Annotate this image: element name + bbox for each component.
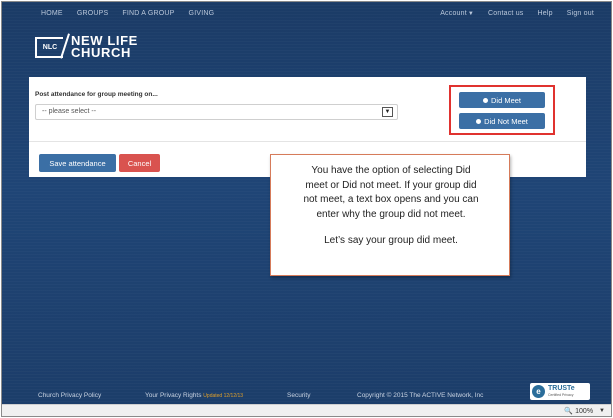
truste-sub-label: Certified Privacy [548,392,574,397]
meeting-date-select-value: -- please select -- [42,108,97,115]
account-menu[interactable]: Account▼ [433,10,481,17]
privacy-rights-link[interactable]: Your Privacy Rights Updated 12/12/13 [145,392,243,399]
account-label: Account [440,9,467,17]
chevron-down-icon[interactable]: ▼ [599,408,605,414]
did-not-meet-label: Did Not Meet [484,116,528,126]
truste-label: TRUSTe [548,384,575,392]
truste-badge[interactable]: e TRUSTe Certified Privacy [530,383,590,400]
page-footer: Church Privacy Policy Your Privacy Right… [2,387,611,403]
copyright-text: Copyright © 2015 The ACTIVE Network, Inc [357,391,484,399]
nav-find-a-group[interactable]: FIND A GROUP [115,10,181,17]
cancel-button[interactable]: Cancel [119,154,160,172]
did-meet-button[interactable]: Did Meet [459,92,545,108]
radio-dot-icon [476,118,482,124]
privacy-updated-note: Updated 12/12/13 [203,392,244,399]
save-attendance-button[interactable]: Save attendance [39,154,116,172]
secondary-nav: Account▼ Contact us Help Sign out [433,10,601,17]
nav-contact-us[interactable]: Contact us [481,10,530,17]
security-link[interactable]: Security [287,392,310,399]
meeting-status-highlight: Did Meet Did Not Meet [449,85,555,135]
nav-home[interactable]: HOME [34,10,70,17]
nav-groups[interactable]: GROUPS [70,10,116,17]
church-logo[interactable]: NLC NEW LIFE CHURCH [35,33,138,60]
nav-sign-out[interactable]: Sign out [560,10,601,17]
instruction-callout: You have the option of selecting Did mee… [270,154,510,276]
callout-text: You have the option of selecting Did mee… [277,164,505,249]
privacy-rights-label: Your Privacy Rights [145,391,202,399]
logo-line-2: CHURCH [71,45,131,60]
browser-status-bar: 🔍 100% ▼ [2,404,611,416]
browser-frame: HOME GROUPS FIND A GROUP GIVING Account▼… [1,1,612,417]
callout-line-2: meet or Did not meet. If your group did [305,179,477,191]
truste-text: TRUSTe Certified Privacy [548,384,575,398]
zoom-level: 100% [575,407,594,415]
callout-line-3: not meet, a text box opens and you can [303,194,479,205]
caret-down-icon: ▼ [467,10,475,17]
chevron-down-icon[interactable]: ▼ [382,107,393,117]
primary-nav: HOME GROUPS FIND A GROUP GIVING [34,10,221,17]
callout-line-5: Let’s say your group did meet. [324,235,458,246]
truste-seal-icon: e [532,385,545,398]
did-not-meet-button[interactable]: Did Not Meet [459,113,545,129]
panel-divider [29,141,586,142]
meeting-date-label: Post attendance for group meeting on... [35,91,158,98]
did-meet-label: Did Meet [490,95,521,105]
callout-line-1: You have the option of selecting Did [311,165,471,176]
meeting-date-select[interactable]: -- please select -- ▼ [35,104,398,120]
logo-badge: NLC [35,36,63,58]
callout-line-4: enter why the group did not meet. [316,208,466,220]
nav-giving[interactable]: GIVING [182,10,222,17]
radio-selected-icon [482,97,488,103]
logo-badge-text: NLC [42,43,58,51]
church-privacy-policy-link[interactable]: Church Privacy Policy [38,392,101,399]
zoom-control[interactable]: 🔍 100% ▼ [564,407,605,416]
top-navigation: HOME GROUPS FIND A GROUP GIVING Account▼… [2,2,611,24]
magnifier-icon: 🔍 [564,408,574,415]
logo-wordmark: NEW LIFE CHURCH [71,34,138,60]
nav-help[interactable]: Help [531,10,560,17]
